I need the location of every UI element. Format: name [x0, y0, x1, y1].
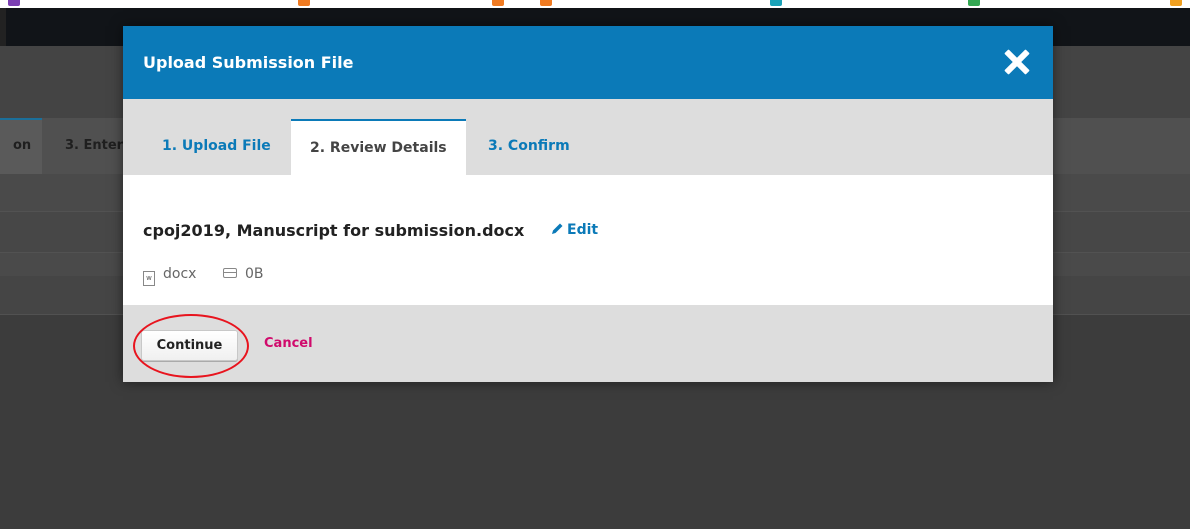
- drive-icon: [223, 268, 237, 278]
- close-icon[interactable]: [1003, 48, 1031, 76]
- bookmark-icon[interactable]: [8, 0, 20, 6]
- file-type-label: docx: [163, 266, 197, 282]
- tab-review-details[interactable]: 2. Review Details: [291, 119, 466, 175]
- bookmark-icon[interactable]: [770, 0, 782, 6]
- page-tab-label: on: [13, 138, 32, 153]
- cancel-link[interactable]: Cancel: [264, 336, 313, 351]
- browser-bookmarks-bar: [0, 0, 1190, 8]
- modal-tabs: 1. Upload File 2. Review Details 3. Conf…: [123, 99, 1053, 175]
- file-size: 0B: [223, 266, 264, 282]
- continue-button[interactable]: Continue: [141, 330, 238, 361]
- bookmark-icon[interactable]: [492, 0, 504, 6]
- modal-footer: Continue Cancel: [123, 305, 1053, 382]
- edit-link[interactable]: Edit: [551, 222, 598, 238]
- modal-title: Upload Submission File: [143, 53, 354, 72]
- modal-body: cpoj2019, Manuscript for submission.docx…: [123, 175, 1053, 305]
- bookmark-icon[interactable]: [540, 0, 552, 6]
- file-size-label: 0B: [245, 266, 264, 282]
- bookmark-icon[interactable]: [968, 0, 980, 6]
- modal-header: Upload Submission File: [123, 26, 1053, 99]
- word-file-icon: w: [143, 271, 155, 286]
- file-type: w docx: [143, 266, 196, 286]
- bookmark-icon[interactable]: [1170, 0, 1182, 6]
- pencil-icon: [552, 223, 563, 234]
- bookmark-icon[interactable]: [298, 0, 310, 6]
- tab-upload-file[interactable]: 1. Upload File: [143, 119, 290, 175]
- page-tab-label: 3. Enter: [65, 138, 124, 153]
- upload-submission-modal: Upload Submission File 1. Upload File 2.…: [123, 26, 1053, 382]
- file-name: cpoj2019, Manuscript for submission.docx: [143, 221, 525, 240]
- edit-label: Edit: [567, 222, 599, 238]
- tab-confirm[interactable]: 3. Confirm: [469, 119, 589, 175]
